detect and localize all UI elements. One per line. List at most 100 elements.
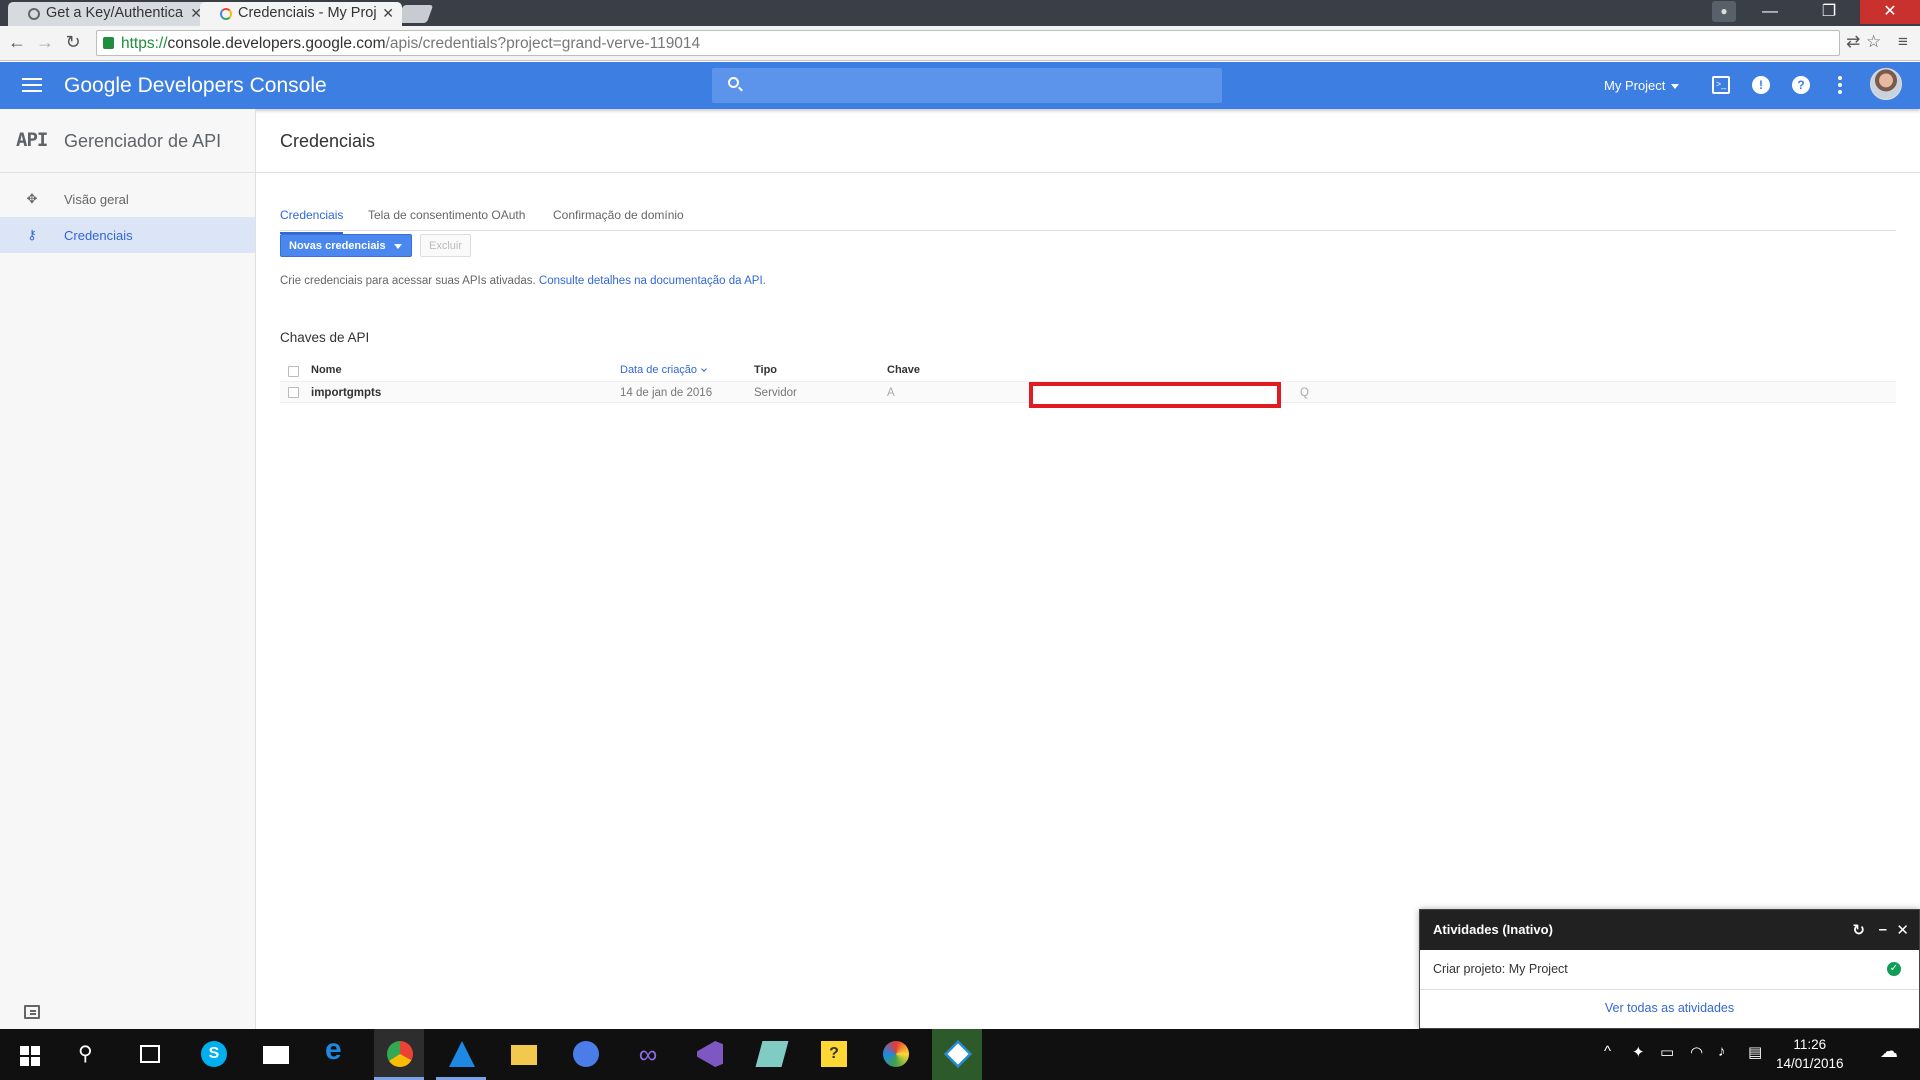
- hamburger-menu-icon[interactable]: [22, 78, 42, 93]
- minimize-panel-icon[interactable]: –: [1879, 921, 1887, 938]
- page-icon: [28, 8, 40, 20]
- help-app-icon: ?: [821, 1041, 847, 1067]
- check-icon: ✓: [1887, 962, 1901, 976]
- new-credentials-button[interactable]: Novas credenciais: [280, 234, 412, 257]
- edge-icon: e: [325, 1033, 342, 1066]
- search-taskbar-button[interactable]: ⚲: [62, 1029, 112, 1080]
- column-header-created[interactable]: Data de criação: [620, 364, 707, 376]
- taskbar-file-explorer[interactable]: [498, 1029, 548, 1080]
- task-view-button[interactable]: [124, 1029, 174, 1080]
- refresh-icon[interactable]: ↻: [1852, 921, 1865, 939]
- taskbar-infinity-app[interactable]: ∞: [622, 1029, 672, 1080]
- taskbar-notes-app[interactable]: [746, 1029, 796, 1080]
- select-all-checkbox[interactable]: [288, 366, 299, 377]
- address-bar[interactable]: https://console.developers.google.com/ap…: [96, 30, 1840, 56]
- column-header-name[interactable]: Nome: [311, 364, 342, 376]
- key-name-link[interactable]: importgmpts: [311, 387, 381, 399]
- browser-tab-credenciais[interactable]: Credenciais - My Proj ✕: [200, 2, 402, 26]
- skype-icon: S: [201, 1041, 227, 1067]
- taskbar-paint[interactable]: [870, 1029, 920, 1080]
- back-icon[interactable]: ←: [6, 32, 28, 53]
- tab-title: Credenciais - My Proj: [238, 5, 377, 21]
- new-tab-button[interactable]: [396, 5, 434, 23]
- sidebar: API Gerenciador de API ✥ Visão geral ⚷ C…: [0, 109, 256, 1029]
- dropbox-icon[interactable]: ✦: [1632, 1043, 1645, 1061]
- network-app-icon: [573, 1041, 599, 1067]
- browser-tab-strip: Get a Key/Authentica ✕ Credenciais - My …: [0, 0, 1920, 26]
- close-icon[interactable]: ✕: [1896, 921, 1909, 939]
- activity-header: Atividades (Inativo) ↻ – ✕: [1420, 910, 1919, 950]
- view-all-activities-link[interactable]: Ver todas as atividades: [1420, 990, 1919, 1015]
- weather-icon[interactable]: ☁: [1880, 1041, 1898, 1062]
- cloud-shell-icon[interactable]: >_: [1712, 76, 1730, 94]
- taskbar-help-app[interactable]: ?: [808, 1029, 858, 1080]
- taskbar-network-app[interactable]: [560, 1029, 610, 1080]
- restore-button[interactable]: ❐: [1808, 0, 1850, 24]
- show-hidden-icons-icon[interactable]: ^: [1604, 1043, 1611, 1060]
- console-brand[interactable]: Google Developers Console: [64, 74, 327, 98]
- taskbar-clock[interactable]: 11:26 14/01/2016: [1776, 1035, 1844, 1073]
- reload-icon[interactable]: ↻: [62, 32, 84, 53]
- api-docs-link[interactable]: Consulte detalhes na documentação da API…: [539, 275, 766, 287]
- column-header-key: Chave: [887, 364, 921, 376]
- search-input[interactable]: [712, 68, 1222, 103]
- section-title: Chaves de API: [280, 330, 370, 345]
- bookmark-star-icon[interactable]: ☆: [1866, 32, 1881, 52]
- api-logo: API: [16, 129, 48, 151]
- taskbar-mail[interactable]: [250, 1029, 300, 1080]
- avatar[interactable]: [1870, 68, 1902, 100]
- taskbar-active-app[interactable]: [932, 1029, 982, 1080]
- sidebar-item-visao-geral[interactable]: ✥ Visão geral: [0, 181, 255, 217]
- sort-desc-icon: [701, 366, 707, 372]
- row-checkbox[interactable]: [288, 387, 299, 398]
- mail-icon: [263, 1046, 289, 1064]
- taskbar-skype[interactable]: S: [188, 1029, 238, 1080]
- chevron-down-icon: [394, 244, 402, 249]
- browser-tab-get-a-key[interactable]: Get a Key/Authentica ✕: [8, 2, 210, 26]
- diamond-app-icon: [944, 1040, 972, 1068]
- chevron-down-icon: [1671, 84, 1680, 90]
- search-icon: [728, 77, 739, 88]
- windows-icon: [20, 1046, 40, 1066]
- url-path: /apis/credentials?project=grand-verve-11…: [385, 35, 701, 52]
- action-center-icon[interactable]: ▤: [1748, 1043, 1762, 1061]
- tab-credenciais[interactable]: Credenciais: [280, 208, 344, 234]
- translate-icon[interactable]: ⇄: [1846, 32, 1860, 52]
- taskbar-edge[interactable]: e: [312, 1029, 362, 1080]
- tab-oauth-consent[interactable]: Tela de consentimento OAuth: [368, 208, 525, 232]
- chrome-menu-icon[interactable]: ≡: [1898, 32, 1908, 52]
- tab-domain-verification[interactable]: Confirmação de domínio: [553, 208, 684, 232]
- azure-icon: [449, 1041, 475, 1067]
- main-content: Credenciais Credenciais Tela de consenti…: [256, 109, 1920, 1029]
- key-type: Servidor: [754, 387, 797, 399]
- task-view-icon: [140, 1045, 160, 1063]
- taskbar-visual-studio[interactable]: [684, 1029, 734, 1080]
- volume-icon[interactable]: ♪: [1718, 1043, 1726, 1060]
- notifications-icon[interactable]: !: [1752, 76, 1770, 94]
- forward-icon[interactable]: →: [34, 32, 56, 53]
- minimize-button[interactable]: —: [1749, 0, 1791, 24]
- tab-title: Get a Key/Authentica: [46, 5, 184, 21]
- activity-item[interactable]: Criar projeto: My Project ✓: [1420, 950, 1919, 990]
- search-icon: ⚲: [78, 1043, 93, 1065]
- collapse-sidebar-icon[interactable]: [24, 1005, 40, 1019]
- battery-icon[interactable]: ▭: [1660, 1043, 1674, 1061]
- taskbar-chrome[interactable]: [374, 1029, 424, 1080]
- sidebar-header: API Gerenciador de API: [0, 109, 255, 173]
- wifi-icon[interactable]: ◠: [1690, 1043, 1703, 1061]
- close-tab-icon[interactable]: ✕: [382, 5, 394, 22]
- table-header: Nome Data de criação Tipo Chave: [280, 361, 1896, 381]
- profile-icon[interactable]: ●: [1712, 1, 1736, 22]
- project-selector[interactable]: My Project: [1604, 78, 1680, 93]
- delete-button[interactable]: Excluir: [420, 234, 471, 257]
- help-icon[interactable]: ?: [1792, 76, 1810, 94]
- more-options-icon[interactable]: [1838, 76, 1842, 97]
- sidebar-item-credenciais[interactable]: ⚷ Credenciais: [0, 217, 255, 253]
- brand-product: Developers Console: [137, 74, 327, 97]
- start-button[interactable]: [0, 1029, 50, 1080]
- activity-title: Atividades (Inativo): [1433, 922, 1553, 937]
- close-window-button[interactable]: ✕: [1860, 0, 1920, 24]
- taskbar-azure[interactable]: [436, 1029, 486, 1080]
- visual-studio-icon: [697, 1041, 723, 1067]
- chrome-icon: [387, 1041, 413, 1067]
